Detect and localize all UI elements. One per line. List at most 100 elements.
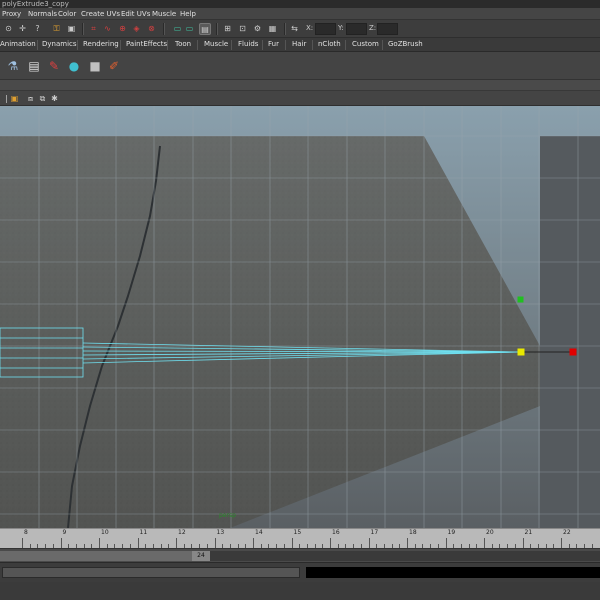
panel-toolbar: | ▣ ⧈ ⧉ ✱ — [0, 91, 600, 106]
time-slider-tick-label: 14 — [255, 529, 263, 536]
up-manipulator[interactable] — [517, 296, 524, 303]
separator — [197, 40, 198, 50]
paint-brush-icon[interactable]: ✐ — [106, 58, 122, 74]
snap-live-icon[interactable]: ⊗ — [146, 23, 157, 34]
sphere-tool-icon[interactable]: ● — [66, 58, 82, 74]
smooth-shade-icon[interactable]: ⧉ — [38, 94, 47, 103]
render-frame-icon[interactable]: ⊡ — [237, 23, 248, 34]
tab-gozbrush[interactable]: GoZBrush — [388, 38, 423, 51]
window-title-bar: polyExtrude3_copy — [0, 0, 600, 8]
graph-icon[interactable]: ▤ — [26, 58, 42, 74]
snap-plane-icon[interactable]: ◈ — [131, 23, 142, 34]
tab-ncloth[interactable]: nCloth — [318, 38, 341, 51]
render-view-icon[interactable]: ⊞ — [222, 23, 233, 34]
menu-color[interactable]: Color — [58, 9, 76, 19]
snap-point-icon[interactable]: ⊕ — [117, 23, 128, 34]
time-slider-major-tick — [253, 538, 254, 548]
snap-grid-icon[interactable]: ⌗ — [88, 23, 99, 34]
separator — [167, 40, 168, 50]
range-slider-handle[interactable]: 24 — [192, 551, 210, 561]
time-slider-tick-label: 20 — [486, 529, 494, 536]
brush-tool-icon[interactable]: ✎ — [46, 58, 62, 74]
lock-icon[interactable]: ⚿ — [51, 23, 62, 34]
separator — [231, 40, 232, 50]
surface-tool-icon[interactable]: ⚗ — [5, 58, 21, 74]
tab-painteffects[interactable]: PaintEffects — [126, 38, 167, 51]
time-slider-tick-label: 10 — [101, 529, 109, 536]
tab-dynamics[interactable]: Dynamics — [42, 38, 77, 51]
shelf-separator-strip — [0, 80, 600, 91]
y-value-field[interactable] — [346, 23, 367, 35]
separator — [312, 40, 313, 50]
channel-box-icon[interactable]: ▤ — [199, 23, 211, 35]
time-slider-major-tick — [330, 538, 331, 548]
time-slider-major-tick — [99, 538, 100, 548]
time-slider-tick-label: 9 — [62, 529, 67, 536]
tab-hair[interactable]: Hair — [292, 38, 306, 51]
tab-animation[interactable]: Animation — [0, 38, 36, 51]
perspective-viewport[interactable]: persp — [0, 106, 600, 528]
time-slider-tick-label: 8 — [24, 529, 28, 536]
time-slider-tick-label: 19 — [447, 529, 456, 536]
range-slider-fill — [0, 551, 210, 561]
isolate-select-icon[interactable]: ✱ — [50, 94, 59, 103]
help-icon[interactable]: ? — [32, 23, 43, 34]
command-input[interactable] — [2, 567, 300, 578]
input-mode-icon[interactable]: ⇆ — [289, 23, 300, 34]
tab-fluids[interactable]: Fluids — [238, 38, 258, 51]
range-slider-track[interactable]: 24 — [0, 551, 600, 561]
select-mode-icon[interactable]: ⊙ — [3, 23, 14, 34]
range-slider[interactable]: 24 — [0, 548, 600, 562]
z-value-field[interactable] — [377, 23, 398, 35]
history-icon[interactable]: ▭ — [172, 23, 183, 34]
end-manipulator[interactable] — [569, 348, 577, 356]
separator — [82, 23, 84, 35]
menu-bar: Proxy Normals Color Create UVs Edit UVs … — [0, 8, 600, 20]
construction-history-icon[interactable]: ▭ — [184, 23, 195, 34]
tab-rendering[interactable]: Rendering — [83, 38, 119, 51]
time-slider-major-tick — [176, 538, 177, 548]
command-line — [0, 562, 600, 582]
time-slider-major-tick — [407, 538, 408, 548]
render-settings-icon[interactable]: ▦ — [267, 23, 278, 34]
snap-toggle-icon[interactable]: ▣ — [66, 23, 77, 34]
separator — [216, 23, 218, 35]
wireframe-icon[interactable]: ⧈ — [26, 94, 35, 103]
time-slider-major-tick — [368, 538, 370, 548]
time-slider-major-tick — [522, 538, 524, 548]
snap-curve-icon[interactable]: ∿ — [102, 23, 113, 34]
command-result — [306, 567, 600, 578]
tab-toon[interactable]: Toon — [175, 38, 191, 51]
menu-edit-uvs[interactable]: Edit UVs — [121, 9, 150, 19]
tab-custom[interactable]: Custom — [352, 38, 379, 51]
ipr-render-icon[interactable]: ⚙ — [252, 23, 263, 34]
time-slider-tick-label: 12 — [178, 529, 186, 536]
tab-muscle[interactable]: Muscle — [204, 38, 228, 51]
status-line: ⊙ ✛ ? ⚿ ▣ ⌗ ∿ ⊕ ◈ ⊗ ▭ ▭ ▤ ⊞ ⊡ ⚙ ▦ ⇆ X: Y… — [0, 20, 600, 38]
separator — [120, 40, 121, 50]
time-slider-tick-label: 22 — [563, 529, 571, 536]
cube-tool-icon[interactable]: ■ — [87, 58, 103, 74]
x-value-field[interactable] — [315, 23, 336, 35]
time-slider-major-tick — [60, 538, 62, 548]
time-slider-tick-label: 16 — [332, 529, 340, 536]
time-slider-major-tick — [214, 538, 216, 548]
tab-fur[interactable]: Fur — [268, 38, 279, 51]
pivot-manipulator[interactable] — [517, 348, 525, 356]
time-slider-tick-label: 18 — [409, 529, 417, 536]
viewport-label: persp — [219, 512, 236, 519]
menu-muscle[interactable]: Muscle — [152, 9, 176, 19]
menu-normals[interactable]: Normals — [28, 9, 57, 19]
time-slider[interactable]: 8 9 10 11 12 13 14 15 16 17 18 19 20 21 22 — [0, 528, 600, 548]
viewport-scene — [0, 106, 600, 528]
move-icon[interactable]: ✛ — [17, 23, 28, 34]
window-title: polyExtrude3_copy — [2, 0, 69, 8]
menu-create-uvs[interactable]: Create UVs — [81, 9, 120, 19]
camera-icon[interactable]: ▣ — [10, 94, 19, 103]
menu-help[interactable]: Help — [180, 9, 196, 19]
help-line — [0, 582, 600, 600]
menu-proxy[interactable]: Proxy — [2, 9, 21, 19]
separator — [37, 40, 38, 50]
time-slider-major-tick — [445, 538, 447, 548]
separator — [77, 40, 78, 50]
